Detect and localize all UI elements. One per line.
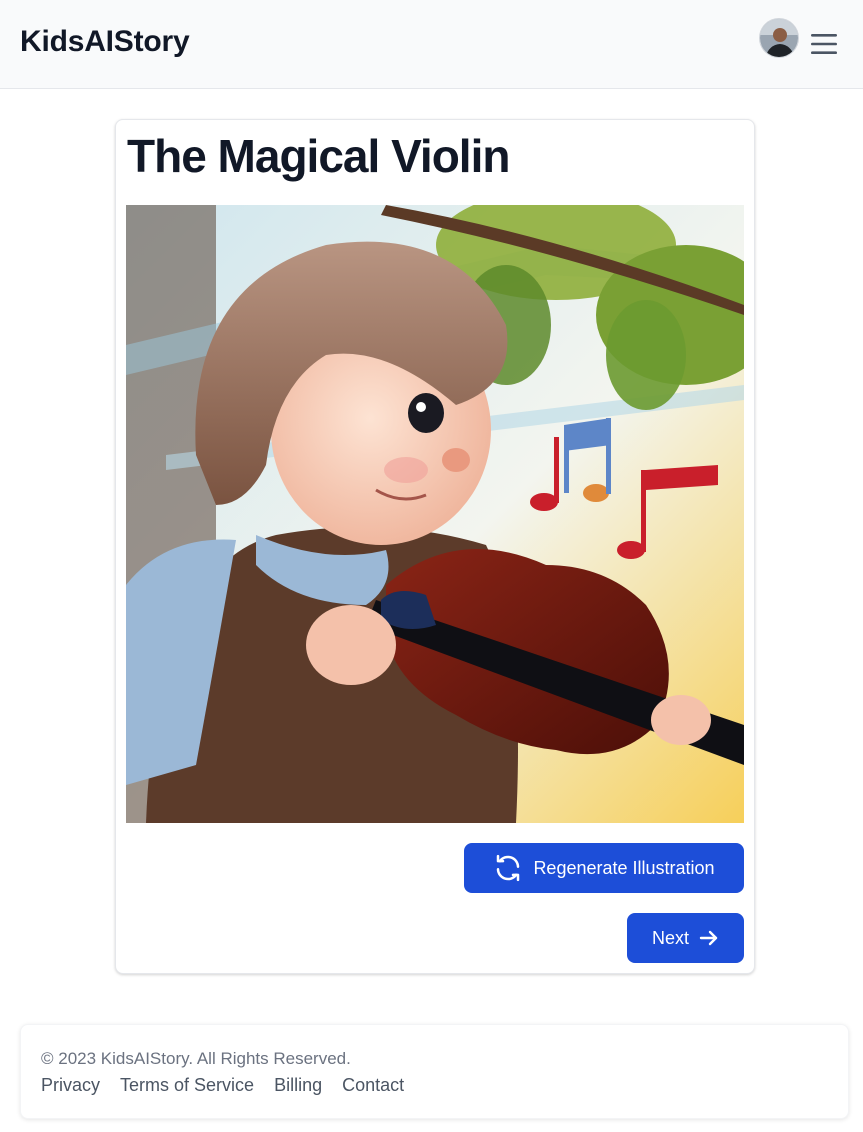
story-illustration-image: [126, 205, 744, 823]
arrow-right-icon: [699, 929, 719, 947]
page-footer: © 2023 KidsAIStory. All Rights Reserved.…: [20, 1024, 849, 1119]
footer-links: Privacy Terms of Service Billing Contact: [41, 1075, 404, 1096]
story-card: The Magical Violin Regenerate Illustrati…: [115, 119, 755, 974]
user-avatar[interactable]: [759, 18, 799, 58]
next-label: Next: [651, 927, 689, 948]
top-navbar: KidsAIStory: [0, 0, 863, 89]
hamburger-icon: [811, 34, 837, 54]
next-button[interactable]: Next: [627, 913, 744, 963]
regenerate-label: Regenerate Illustration: [533, 857, 715, 878]
refresh-icon: [493, 853, 523, 883]
footer-link-contact[interactable]: Contact: [342, 1075, 404, 1096]
footer-link-billing[interactable]: Billing: [274, 1075, 322, 1096]
story-title: The Magical Violin: [127, 130, 510, 182]
brand-logo[interactable]: KidsAIStory: [20, 24, 190, 60]
footer-link-privacy[interactable]: Privacy: [41, 1075, 100, 1096]
story-illustration: [126, 205, 744, 823]
copyright-text: © 2023 KidsAIStory. All Rights Reserved.: [41, 1049, 351, 1068]
regenerate-illustration-button[interactable]: Regenerate Illustration: [464, 843, 744, 893]
hamburger-menu-button[interactable]: [808, 28, 840, 60]
footer-link-terms[interactable]: Terms of Service: [120, 1075, 254, 1096]
